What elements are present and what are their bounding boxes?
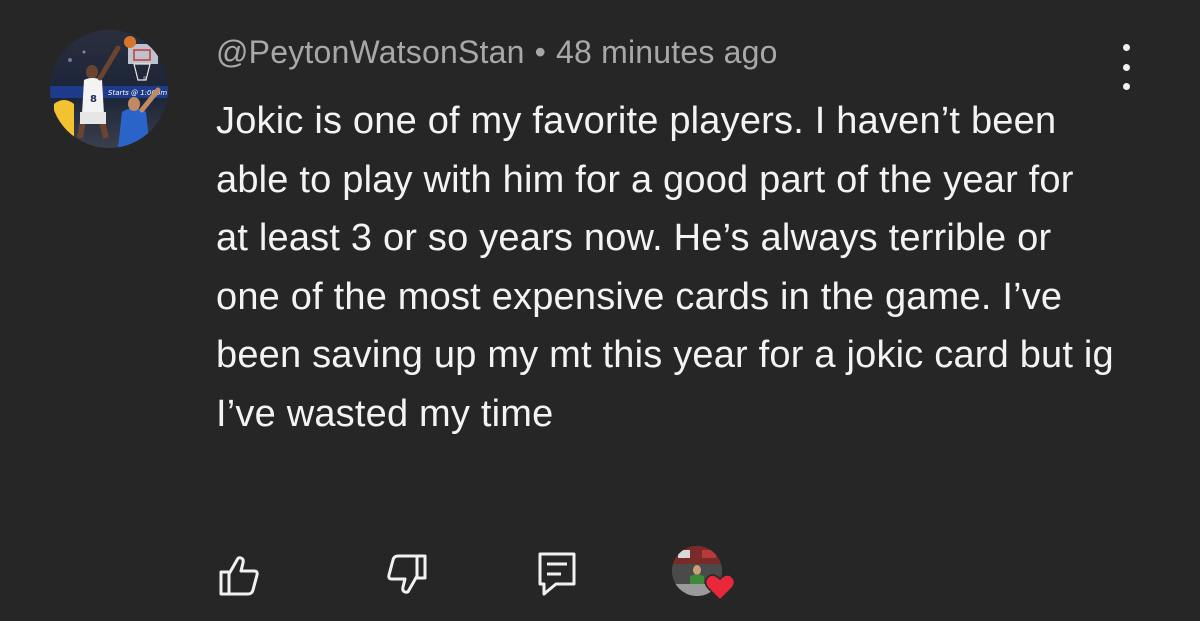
more-vertical-icon-dot: [1122, 83, 1130, 90]
avatar-jersey-number: 8: [90, 94, 97, 105]
more-vertical-icon-dot: [1122, 44, 1130, 51]
creator-heart-badge[interactable]: [672, 546, 738, 606]
thumbs-up-icon: [219, 556, 259, 596]
thumbs-down-icon: [387, 554, 427, 594]
like-button[interactable]: [216, 552, 262, 598]
author-name[interactable]: @PeytonWatsonStan: [216, 34, 525, 70]
comment-meta: @PeytonWatsonStan • 48 minutes ago: [216, 34, 778, 71]
comment-actions: [0, 540, 1200, 610]
dislike-button[interactable]: [384, 552, 430, 598]
avatar-photo: Starts @ 1:00pm 8: [50, 30, 168, 148]
comment-timestamp[interactable]: 48 minutes ago: [556, 34, 778, 70]
more-options-button[interactable]: [1106, 44, 1146, 90]
comment-text: Jokic is one of my favorite players. I h…: [216, 100, 1114, 435]
author-avatar[interactable]: Starts @ 1:00pm 8: [50, 30, 168, 148]
more-vertical-icon-dot: [1122, 63, 1130, 71]
reply-button[interactable]: [534, 550, 580, 596]
meta-separator: •: [534, 34, 547, 70]
heart-icon: [704, 574, 736, 602]
reply-icon: [538, 552, 576, 596]
comment-card: Starts @ 1:00pm 8 @PeytonWatsonStan • 48 m…: [0, 0, 1200, 621]
